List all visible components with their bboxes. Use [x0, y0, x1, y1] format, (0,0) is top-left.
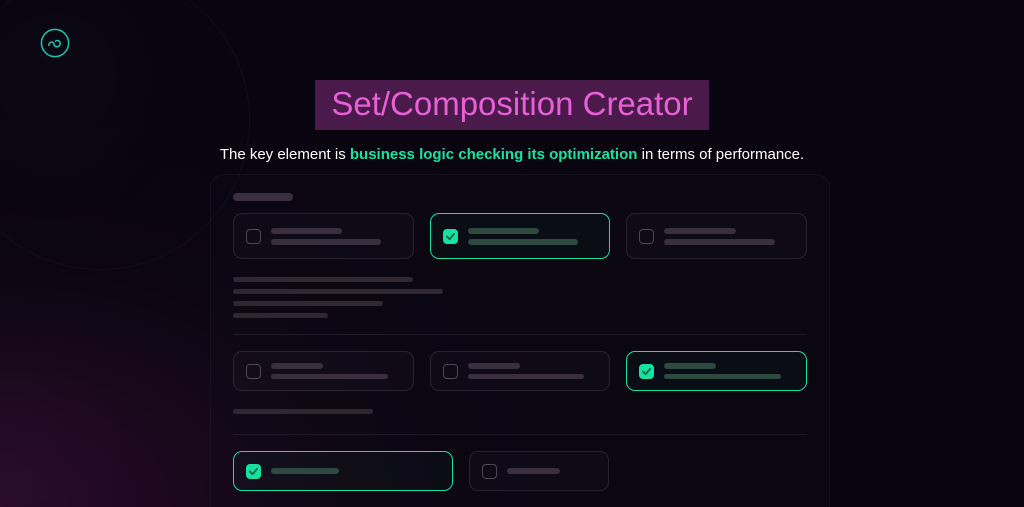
skeleton-line — [271, 374, 388, 379]
option-card[interactable] — [430, 351, 611, 391]
divider — [233, 334, 807, 335]
checkbox[interactable] — [246, 364, 261, 379]
skeleton-line — [271, 363, 323, 369]
skeleton-line — [664, 363, 716, 369]
check-icon — [249, 467, 258, 476]
checkbox[interactable] — [639, 229, 654, 244]
option-card[interactable] — [469, 451, 609, 491]
option-card[interactable] — [430, 213, 611, 259]
option-card[interactable] — [626, 213, 807, 259]
skeleton-line — [271, 228, 342, 234]
skeleton-line — [233, 313, 328, 318]
skeleton-line — [233, 301, 383, 306]
checkbox[interactable] — [639, 364, 654, 379]
skeleton-line — [271, 239, 381, 245]
page-subline: The key element is business logic checki… — [192, 144, 832, 167]
wireframe-panel — [210, 174, 830, 507]
option-card[interactable] — [626, 351, 807, 391]
app-logo — [40, 28, 70, 58]
option-card[interactable] — [233, 351, 414, 391]
decorative-circle-2 — [0, 367, 160, 507]
skeleton-line — [233, 289, 443, 294]
cloud-loop-icon — [40, 28, 70, 58]
checkbox[interactable] — [443, 229, 458, 244]
check-icon — [642, 367, 651, 376]
checkbox[interactable] — [482, 464, 497, 479]
option-card[interactable] — [233, 451, 453, 491]
paragraph-skeleton — [233, 277, 807, 318]
section-label-skeleton — [233, 193, 293, 201]
subline-before: The key element is — [220, 146, 350, 163]
skeleton-line — [271, 468, 339, 474]
check-icon — [446, 232, 455, 241]
skeleton-line — [664, 374, 781, 379]
skeleton-line — [507, 468, 560, 474]
skeleton-line — [468, 239, 578, 245]
skeleton-line — [233, 409, 373, 414]
subline-after: in terms of performance. — [637, 146, 804, 163]
card-row-1 — [233, 213, 807, 259]
skeleton-line — [664, 239, 774, 245]
skeleton-line — [468, 228, 539, 234]
skeleton-line — [233, 277, 413, 282]
card-row-3 — [233, 451, 807, 491]
subline-highlight: business logic checking its optimization — [350, 146, 638, 163]
checkbox[interactable] — [443, 364, 458, 379]
card-row-2 — [233, 351, 807, 391]
option-card[interactable] — [233, 213, 414, 259]
skeleton-line — [468, 363, 520, 369]
skeleton-line — [664, 228, 735, 234]
checkbox[interactable] — [246, 464, 261, 479]
page-title: Set/Composition Creator — [315, 80, 708, 130]
checkbox[interactable] — [246, 229, 261, 244]
divider — [233, 434, 807, 435]
skeleton-line — [468, 374, 585, 379]
